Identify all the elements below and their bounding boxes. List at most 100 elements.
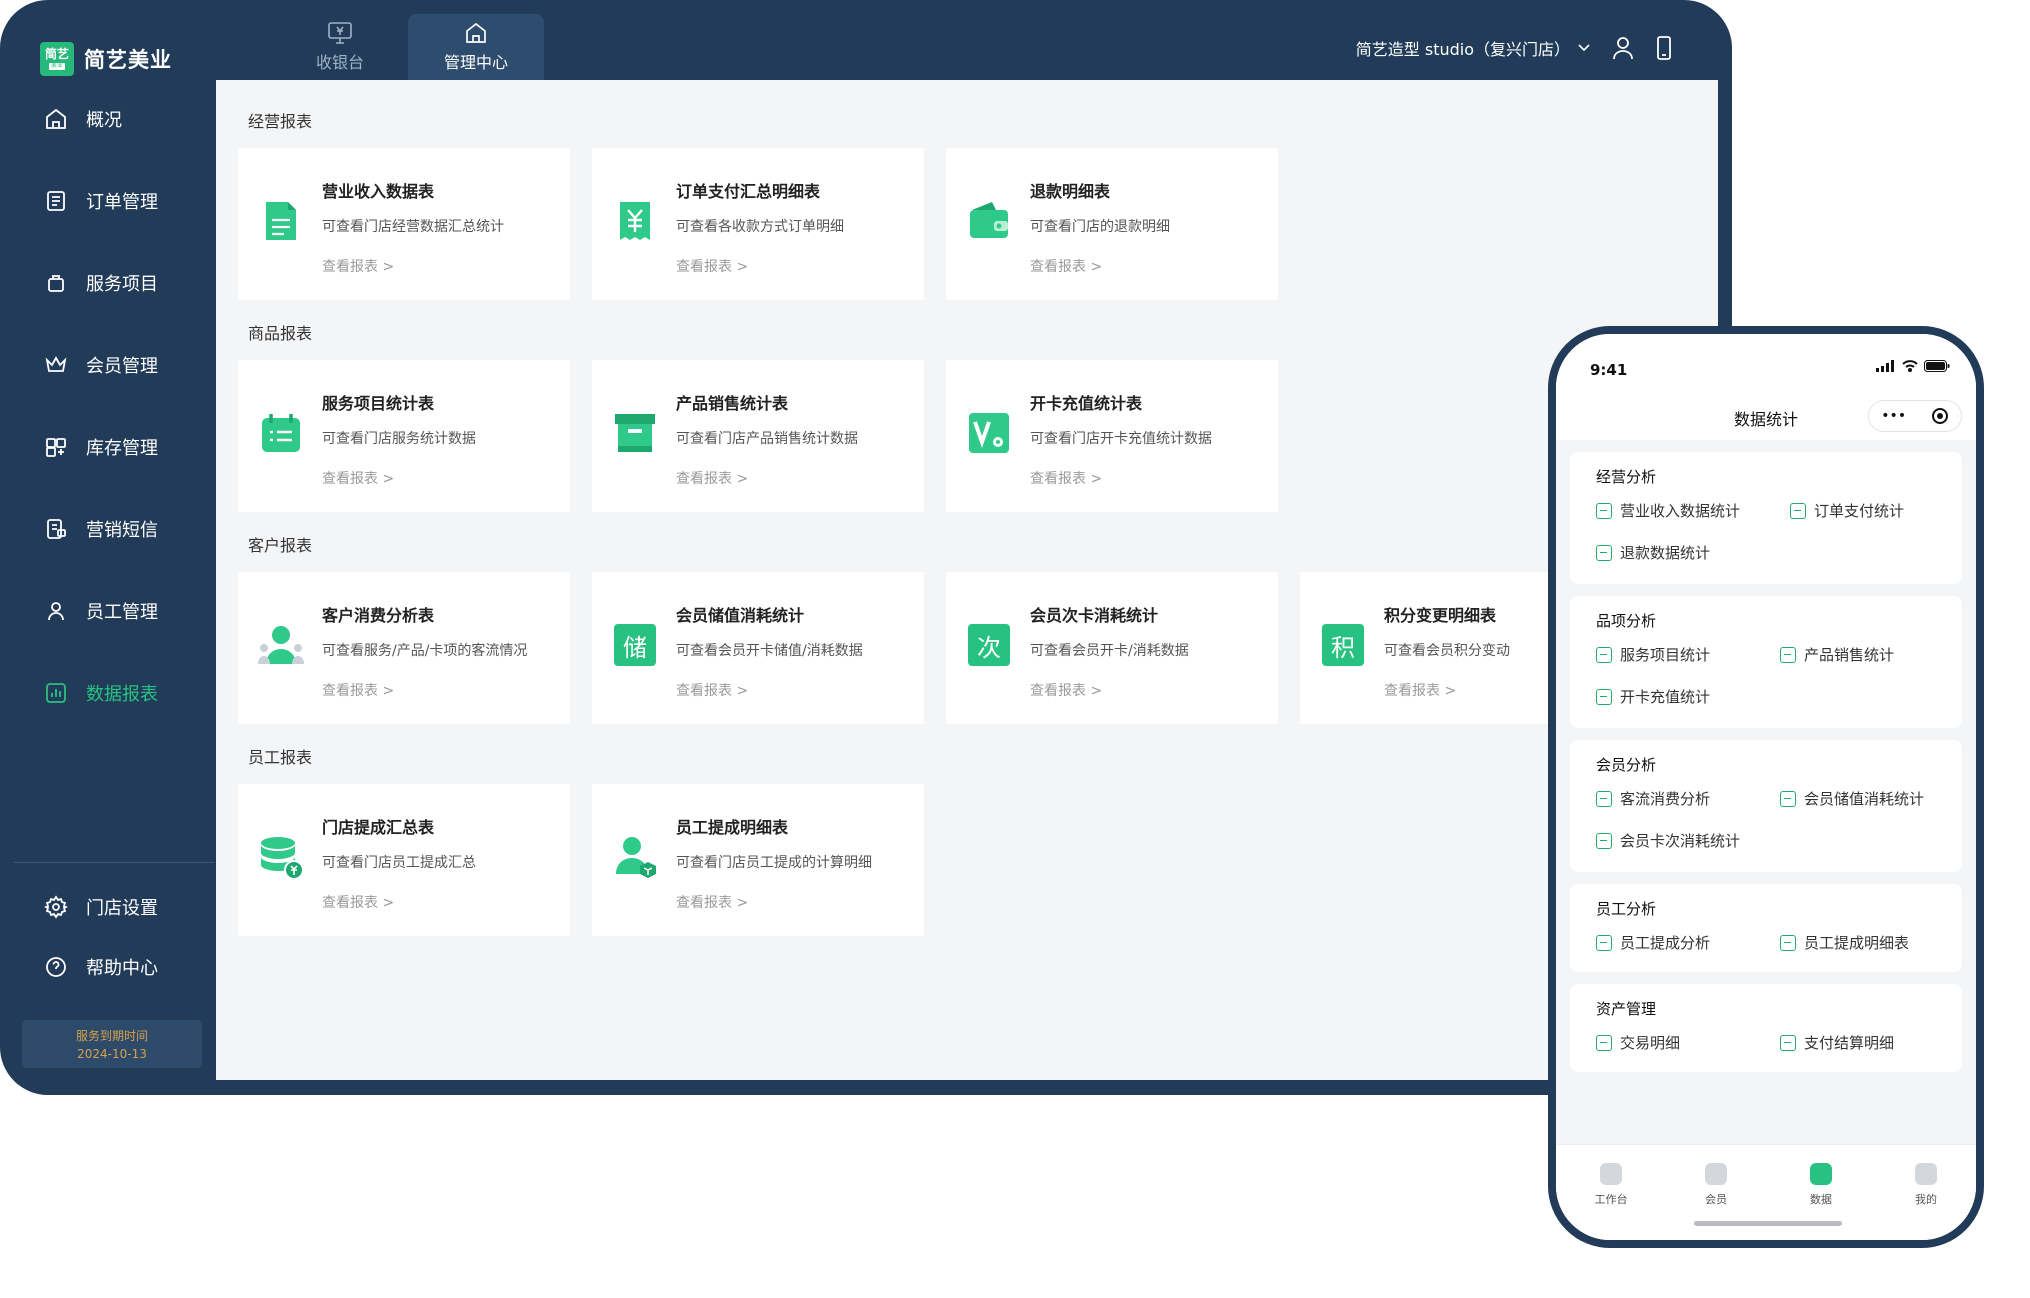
- view-report-link[interactable]: 查看报表 >: [676, 680, 748, 700]
- report-card-revenue[interactable]: 营业收入数据表 可查看门店经营数据汇总统计 查看报表 >: [238, 148, 570, 300]
- sidebar-item-members[interactable]: 会员管理: [44, 352, 158, 378]
- group-title: 资产管理: [1596, 1000, 1657, 1018]
- chart-icon: [1596, 790, 1612, 807]
- data-icon: [1810, 1163, 1832, 1185]
- report-card-product-sales[interactable]: 产品销售统计表 可查看门店产品销售统计数据 查看报表 >: [592, 360, 924, 512]
- report-card-member-stored-value[interactable]: 储 会员储值消耗统计 可查看会员开卡储值/消耗数据 查看报表 >: [592, 572, 924, 724]
- brand-logo-sub: 美业: [48, 62, 65, 70]
- workbench-icon: [1600, 1163, 1622, 1185]
- phone-item[interactable]: 会员卡次消耗统计: [1596, 830, 1740, 851]
- view-report-link[interactable]: 查看报表 >: [322, 468, 394, 488]
- view-report-link[interactable]: 查看报表 >: [322, 680, 394, 700]
- gear-icon: [44, 895, 68, 919]
- phone-item-label: 客流消费分析: [1620, 790, 1711, 808]
- chart-icon: [1596, 688, 1612, 705]
- profile-icon: [1915, 1163, 1937, 1185]
- tab-mine[interactable]: 我的: [1891, 1163, 1961, 1207]
- phone-item-label: 员工提成分析: [1620, 934, 1711, 952]
- tab-members[interactable]: 会员: [1681, 1163, 1751, 1207]
- phone-item[interactable]: 订单支付统计: [1790, 500, 1904, 521]
- tab-data[interactable]: 数据: [1786, 1163, 1856, 1207]
- points-icon: 积: [1318, 620, 1368, 670]
- phone-item[interactable]: 员工提成明细表: [1780, 932, 1909, 953]
- phone-item[interactable]: 员工提成分析: [1596, 932, 1710, 953]
- chart-icon: [1780, 646, 1796, 663]
- view-report-link[interactable]: 查看报表 >: [1030, 468, 1102, 488]
- status-icons: [1876, 360, 1950, 372]
- sidebar-item-sms[interactable]: 营销短信: [44, 516, 158, 542]
- user-icon[interactable]: [1612, 36, 1634, 60]
- card-desc: 可查看门店经营数据汇总统计: [322, 219, 504, 235]
- glyph-chu: 储: [614, 624, 656, 666]
- tab-management-label: 管理中心: [443, 53, 508, 72]
- tab-cashier[interactable]: 收银台: [272, 14, 408, 80]
- sidebar-item-staff[interactable]: 员工管理: [44, 598, 158, 624]
- sidebar-item-overview[interactable]: 概况: [44, 106, 122, 132]
- home-icon: [46, 108, 66, 129]
- sidebar-item-label: 帮助中心: [86, 958, 158, 979]
- mobile-icon[interactable]: [1656, 36, 1672, 60]
- group-title: 经营分析: [1596, 468, 1657, 486]
- sidebar-item-label: 营销短信: [86, 520, 158, 541]
- report-card-customer-consumption[interactable]: 客户消费分析表 可查看服务/产品/卡项的客流情况 查看报表 >: [238, 572, 570, 724]
- view-report-link[interactable]: 查看报表 >: [1384, 680, 1456, 700]
- card-desc: 可查看会员开卡/消耗数据: [1030, 643, 1189, 659]
- report-card-order-payment[interactable]: 订单支付汇总明细表 可查看各收款方式订单明细 查看报表 >: [592, 148, 924, 300]
- phone-group-business: 经营分析 营业收入数据统计 订单支付统计 退款数据统计: [1570, 452, 1962, 584]
- card-title: 订单支付汇总明细表: [676, 182, 821, 201]
- close-target-icon[interactable]: [1931, 407, 1949, 425]
- inventory-icon: [46, 438, 66, 457]
- sidebar-item-store-settings[interactable]: 门店设置: [44, 894, 158, 920]
- report-card-service-items[interactable]: 服务项目统计表 可查看门店服务统计数据 查看报表 >: [238, 360, 570, 512]
- tab-label: 我的: [1915, 1193, 1937, 1206]
- phone-item-label: 产品销售统计: [1804, 646, 1895, 664]
- report-card-store-commission[interactable]: 门店提成汇总表 可查看门店员工提成汇总 查看报表 >: [238, 784, 570, 936]
- report-card-card-recharge[interactable]: 开卡充值统计表 可查看门店开卡充值统计数据 查看报表 >: [946, 360, 1278, 512]
- card-desc: 可查看门店员工提成汇总: [322, 855, 476, 871]
- tab-workbench[interactable]: 工作台: [1576, 1163, 1646, 1207]
- view-report-link[interactable]: 查看报表 >: [676, 468, 748, 488]
- phone-item[interactable]: 营业收入数据统计: [1596, 500, 1740, 521]
- phone-item[interactable]: 开卡充值统计: [1596, 686, 1710, 707]
- report-card-refund[interactable]: 退款明细表 可查看门店的退款明细 查看报表 >: [946, 148, 1278, 300]
- phone-item-label: 员工提成明细表: [1804, 934, 1910, 952]
- sidebar-item-services[interactable]: 服务项目: [44, 270, 158, 296]
- more-button[interactable]: •••: [1881, 408, 1906, 424]
- card-desc: 可查看会员开卡储值/消耗数据: [676, 643, 863, 659]
- view-report-link[interactable]: 查看报表 >: [1030, 680, 1102, 700]
- sidebar-item-inventory[interactable]: 库存管理: [44, 434, 158, 460]
- brand-logo-text: 简艺: [44, 47, 69, 62]
- sidebar-item-orders[interactable]: 订单管理: [44, 188, 158, 214]
- sidebar-item-help[interactable]: 帮助中心: [44, 954, 158, 980]
- cashier-monitor-icon: [328, 22, 352, 44]
- card-desc: 可查看门店的退款明细: [1030, 219, 1170, 235]
- view-report-link[interactable]: 查看报表 >: [1030, 256, 1102, 276]
- brand-name: 简艺美业: [84, 48, 172, 72]
- report-card-staff-commission[interactable]: 员工提成明细表 可查看门店员工提成的计算明细 查看报表 >: [592, 784, 924, 936]
- view-report-link[interactable]: 查看报表 >: [322, 256, 394, 276]
- brand-logo: 简艺 美业: [40, 42, 74, 76]
- phone-item[interactable]: 服务项目统计: [1596, 644, 1710, 665]
- phone-item[interactable]: 会员储值消耗统计: [1780, 788, 1924, 809]
- view-report-link[interactable]: 查看报表 >: [322, 892, 394, 912]
- phone-group-assets: 资产管理 交易明细 支付结算明细: [1570, 984, 1962, 1072]
- view-report-link[interactable]: 查看报表 >: [676, 256, 748, 276]
- report-card-member-times-card[interactable]: 次 会员次卡消耗统计 可查看会员开卡/消耗数据 查看报表 >: [946, 572, 1278, 724]
- home-icon: [466, 22, 486, 43]
- brand: 简艺 美业 简艺美业: [40, 42, 172, 76]
- store-selector[interactable]: 简艺造型 studio（复兴门店）: [1356, 36, 1590, 60]
- section-title: 员工报表: [248, 748, 313, 767]
- phone-item[interactable]: 产品销售统计: [1780, 644, 1894, 665]
- top-right-area: 简艺造型 studio（复兴门店）: [1356, 36, 1672, 60]
- phone-item[interactable]: 支付结算明细: [1780, 1032, 1894, 1053]
- sidebar-item-reports[interactable]: 数据报表: [44, 680, 158, 706]
- phone-item[interactable]: 客流消费分析: [1596, 788, 1710, 809]
- tab-management[interactable]: 管理中心: [408, 14, 544, 80]
- staff-coin-icon: [616, 837, 656, 878]
- phone-item[interactable]: 退款数据统计: [1596, 542, 1710, 563]
- view-report-link[interactable]: 查看报表 >: [676, 892, 748, 912]
- expire-date: 2024-10-13: [77, 1047, 147, 1061]
- card-desc: 可查看门店服务统计数据: [322, 431, 476, 447]
- member-icon: [1705, 1163, 1727, 1185]
- phone-item[interactable]: 交易明细: [1596, 1032, 1680, 1053]
